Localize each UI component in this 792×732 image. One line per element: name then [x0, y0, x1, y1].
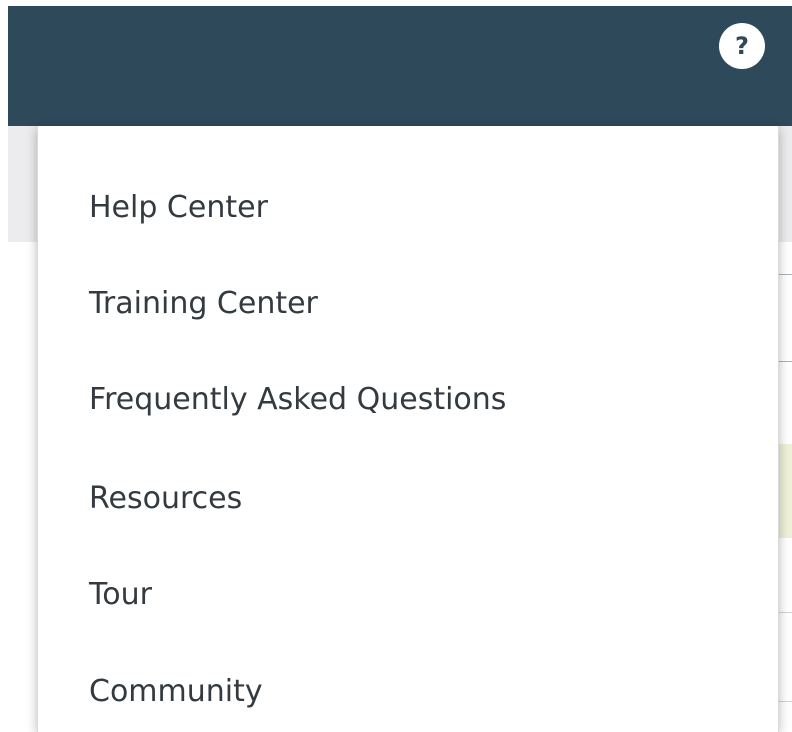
menu-item-faq[interactable]: Frequently Asked Questions	[89, 373, 506, 425]
menu-item-tour[interactable]: Tour	[89, 568, 152, 620]
help-button[interactable]: ?	[719, 23, 765, 69]
help-dropdown-menu: Help Center Training Center Frequently A…	[37, 126, 779, 732]
menu-item-resources[interactable]: Resources	[89, 472, 242, 524]
question-mark-icon: ?	[735, 32, 749, 60]
menu-item-community[interactable]: Community	[89, 665, 263, 717]
background-input-field	[778, 274, 792, 362]
menu-item-help-center[interactable]: Help Center	[89, 181, 268, 233]
top-header-bar	[8, 6, 792, 126]
menu-item-training-center[interactable]: Training Center	[89, 277, 318, 329]
